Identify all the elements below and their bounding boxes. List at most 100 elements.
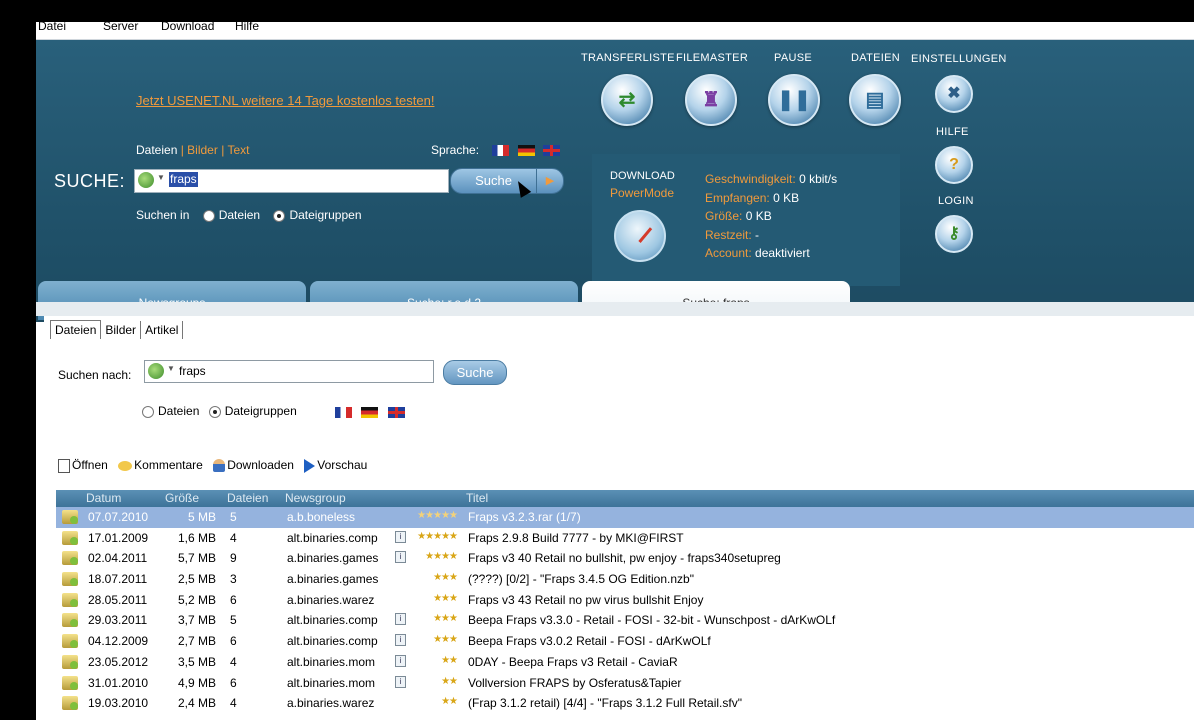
menu-server[interactable]: Server xyxy=(103,22,138,33)
cell-newsgroup: a.binaries.games xyxy=(287,572,379,587)
cell-titel: (????) [0/2] - "Fraps 3.4.5 OG Edition.n… xyxy=(468,572,694,587)
menu-hilfe[interactable]: Hilfe xyxy=(235,22,259,33)
radio-dateigruppen-2[interactable] xyxy=(208,405,221,418)
suchen-in-label: Suchen in xyxy=(136,208,190,222)
table-row[interactable]: 23.05.2012 3,5 MB 4 alt.binaries.mom i ★★ 0DAY… xyxy=(56,652,1194,673)
col-groesse[interactable]: Größe xyxy=(165,491,199,505)
dateien-button[interactable]: ▤ xyxy=(849,74,901,126)
app-window: Datei Server Download Hilfe Jetzt USENET… xyxy=(36,22,1194,720)
rating-stars-icon: ★★★★★ xyxy=(417,510,458,521)
radio-dateigruppen[interactable] xyxy=(273,209,286,222)
downloaden-label: Downloaden xyxy=(227,458,294,472)
table-row[interactable]: 31.01.2010 4,9 MB 6 alt.binaries.mom i ★★ Voll… xyxy=(56,673,1194,694)
speed-gauge-icon[interactable] xyxy=(614,210,666,262)
stat-key: Account: xyxy=(705,246,752,260)
flag-fr-icon[interactable] xyxy=(492,145,510,157)
search-box-2[interactable]: ▼ xyxy=(144,360,434,383)
type-link-dateien[interactable]: Dateien xyxy=(136,143,177,157)
globe-icon[interactable] xyxy=(148,363,164,379)
cell-dateien: 4 xyxy=(230,696,237,711)
stat-value: - xyxy=(755,227,760,242)
kommentare-button[interactable]: Kommentare xyxy=(118,458,203,472)
type-link-bilder[interactable]: Bilder xyxy=(187,143,218,157)
chevron-down-icon[interactable]: ▼ xyxy=(167,364,175,373)
einstellungen-button[interactable]: ✖ xyxy=(935,75,973,113)
vorschau-button[interactable]: Vorschau xyxy=(304,458,367,473)
info-icon[interactable]: i xyxy=(395,551,406,564)
hilfe-label: HILFE xyxy=(936,126,969,138)
stat-key: Empfangen: xyxy=(705,190,770,205)
cell-datum: 04.12.2009 xyxy=(88,634,149,649)
dateien-label: DATEIEN xyxy=(851,52,900,64)
download-stats: Geschwindigkeit: 0 kbit/s Empfangen: 0 K… xyxy=(705,170,837,263)
rating-stars-icon: ★★★ xyxy=(433,592,458,604)
menu-datei[interactable]: Datei xyxy=(38,22,66,33)
table-row[interactable]: 02.04.2011 5,7 MB 9 a.binaries.games i ★★★★ Fr… xyxy=(56,548,1194,569)
info-icon[interactable]: i xyxy=(395,654,406,667)
table-row[interactable]: 28.05.2011 5,2 MB 6 a.binaries.warez ★★★ Frap… xyxy=(56,590,1194,611)
col-dateien[interactable]: Dateien xyxy=(227,491,268,505)
rating-stars-icon: ★★ xyxy=(441,675,458,687)
filemaster-icon: ♜ xyxy=(702,89,720,111)
search-box[interactable]: ▼ fraps xyxy=(134,169,449,193)
search-scope: Suchen in Dateien Dateigruppen xyxy=(136,208,362,222)
search-arrow-button[interactable]: ▶ xyxy=(536,168,564,194)
menu-download[interactable]: Download xyxy=(161,22,214,33)
transferliste-button[interactable]: ⇄ xyxy=(601,74,653,126)
powermode-label: PowerMode xyxy=(610,186,675,200)
pause-button[interactable]: ❚❚ xyxy=(768,74,820,126)
flag-de-icon[interactable] xyxy=(361,407,379,419)
language-flags-2 xyxy=(330,404,405,422)
search-input-2[interactable] xyxy=(179,363,419,378)
col-datum[interactable]: Datum xyxy=(86,491,121,505)
promo-link[interactable]: Jetzt USENET.NL weitere 14 Tage kostenlo… xyxy=(136,93,434,108)
globe-icon[interactable] xyxy=(138,172,154,188)
cell-datum: 18.07.2011 xyxy=(88,572,148,587)
subtab-bilder[interactable]: Bilder xyxy=(101,321,142,339)
table-row[interactable]: 19.03.2010 2,4 MB 4 a.binaries.warez ★★ (Frap… xyxy=(56,693,1194,714)
subtab-artikel[interactable]: Artikel xyxy=(141,321,184,339)
search-results-panel: DateienBilderArtikel Suchen nach: ▼ Such… xyxy=(44,316,1194,720)
table-row[interactable]: 29.03.2011 3,7 MB 5 alt.binaries.comp i ★★★ Be… xyxy=(56,610,1194,631)
type-link-text[interactable]: Text xyxy=(227,143,249,157)
chevron-down-icon[interactable]: ▼ xyxy=(157,173,165,182)
nzb-file-icon xyxy=(62,613,78,628)
col-titel[interactable]: Titel xyxy=(466,491,488,505)
radio-dateien-2[interactable] xyxy=(142,405,154,418)
table-row[interactable]: 17.01.2009 1,6 MB 4 alt.binaries.comp i ★★★★★… xyxy=(56,528,1194,549)
cell-dateien: 5 xyxy=(230,510,237,524)
info-icon[interactable]: i xyxy=(395,613,406,626)
cell-dateien: 5 xyxy=(230,613,237,628)
info-icon[interactable]: i xyxy=(395,634,406,647)
cell-titel: Fraps v3 43 Retail no pw virus bullshit … xyxy=(468,592,704,607)
stat-key: Größe: xyxy=(705,209,743,223)
radio-dateien[interactable] xyxy=(202,209,215,222)
table-row[interactable]: 18.07.2011 2,5 MB 3 a.binaries.games ★★★ (???… xyxy=(56,569,1194,590)
search-button-2[interactable]: Suche xyxy=(443,360,507,385)
flag-de-icon[interactable] xyxy=(517,145,535,157)
info-icon[interactable]: i xyxy=(395,530,406,543)
stat-value: 0 KB xyxy=(773,190,800,205)
oeffnen-button[interactable]: Öffnen xyxy=(58,458,108,473)
results-toolbar: Öffnen Kommentare Downloaden Vorschau xyxy=(58,458,374,473)
transferliste-label: TRANSFERLISTE xyxy=(581,52,675,64)
login-button[interactable]: ⚷ xyxy=(935,215,973,253)
search-input[interactable]: fraps xyxy=(169,172,198,187)
flag-fr-icon[interactable] xyxy=(335,407,352,419)
filemaster-button[interactable]: ♜ xyxy=(685,74,737,126)
flag-uk-icon[interactable] xyxy=(543,145,561,157)
nzb-file-icon xyxy=(62,592,78,607)
downloaden-button[interactable]: Downloaden xyxy=(213,458,294,473)
search-scope-2: Dateien Dateigruppen xyxy=(136,404,297,418)
info-icon[interactable]: i xyxy=(395,675,406,688)
table-row[interactable]: 04.12.2009 2,7 MB 6 alt.binaries.comp i ★★★ Be… xyxy=(56,631,1194,652)
subtab-dateien[interactable]: Dateien xyxy=(50,320,102,339)
hilfe-button[interactable]: ? xyxy=(935,146,973,184)
cell-groesse: 1,6 MB xyxy=(177,530,216,545)
table-row[interactable]: 07.07.2010 5 MB 5 a.b.boneless ★★★★★ Fraps v3… xyxy=(56,507,1194,528)
results-table: Datum Größe Dateien Newsgroup Titel 07.0… xyxy=(56,490,1194,714)
subtab-bar: Dateien Bilder Artikel xyxy=(50,320,184,339)
flag-uk-icon[interactable] xyxy=(387,407,405,419)
einstellungen-label: EINSTELLUNGEN xyxy=(911,53,1007,65)
col-newsgroup[interactable]: Newsgroup xyxy=(285,491,346,505)
